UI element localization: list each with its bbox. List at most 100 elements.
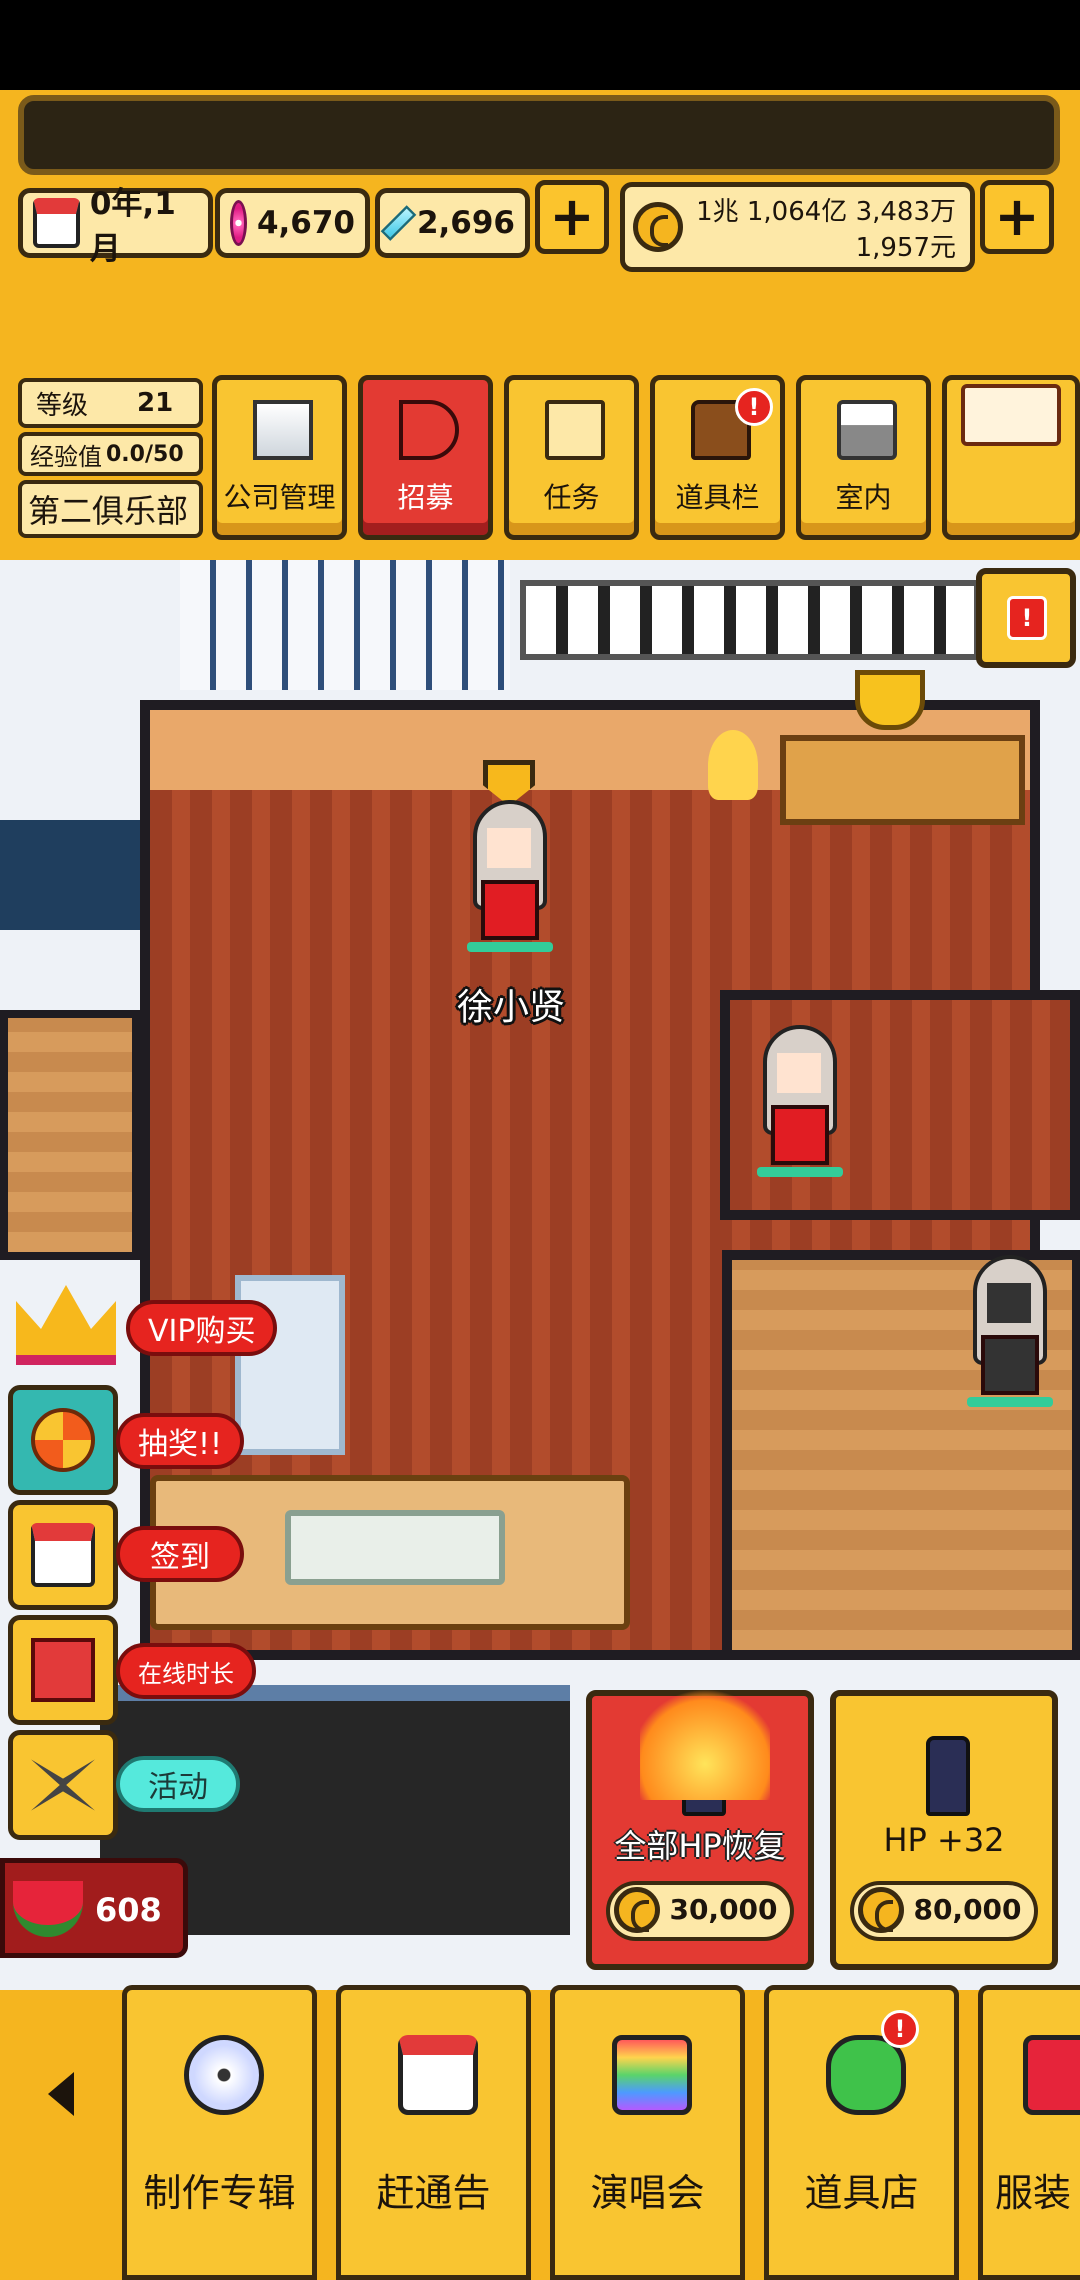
gift-icon xyxy=(31,1638,95,1702)
notification-badge: ! xyxy=(881,2010,919,2048)
flower-vase xyxy=(708,730,758,800)
mail-button[interactable] xyxy=(942,375,1080,540)
character-hp-bar xyxy=(967,1397,1053,1407)
online-time-label[interactable]: 在线时长 xyxy=(116,1643,256,1699)
trophy-icon xyxy=(855,670,925,730)
character-dress xyxy=(481,880,539,940)
tasks-button[interactable]: 任务 xyxy=(504,375,639,540)
rainbow-stage-icon xyxy=(612,2035,692,2115)
character-face xyxy=(777,1053,821,1093)
lottery-label[interactable]: 抽奖!! xyxy=(116,1413,245,1469)
tab-label: 制作专辑 xyxy=(143,2171,296,2215)
piano xyxy=(520,580,980,660)
left-room xyxy=(0,1010,140,1260)
shirt-icon xyxy=(1023,2035,1080,2115)
alert-button[interactable]: ! xyxy=(976,568,1076,668)
status-bar xyxy=(0,0,1080,90)
tab-label: 演唱会 xyxy=(590,2171,705,2215)
tab-item-shop[interactable]: 道具店 ! xyxy=(764,1985,959,2280)
character-hp-bar xyxy=(467,942,553,952)
scroll-icon xyxy=(545,400,605,460)
events-label[interactable]: 活动 xyxy=(116,1756,240,1812)
trophy-shelf xyxy=(780,735,1025,825)
events-button[interactable] xyxy=(8,1730,118,1840)
level-label: 等级 xyxy=(36,390,89,421)
character-name: 徐小贤 xyxy=(456,987,565,1028)
price-button[interactable]: 80,000 xyxy=(850,1881,1038,1941)
money-display: 1兆 1,064亿 3,483万 1,957元 xyxy=(620,182,975,272)
potion-icon xyxy=(926,1736,970,1816)
online-time-button[interactable] xyxy=(8,1615,118,1725)
left-window xyxy=(0,820,140,930)
coffee-table xyxy=(285,1510,505,1585)
exp-value: 0.0/50 xyxy=(106,441,184,467)
coin-icon xyxy=(633,202,683,252)
back-arrow-button[interactable] xyxy=(30,2060,100,2130)
price-value: 80,000 xyxy=(913,1893,1022,1926)
crown-icon xyxy=(16,1285,116,1365)
price-value: 30,000 xyxy=(669,1893,778,1926)
tab-label: 赶通告 xyxy=(376,2171,491,2215)
staircase xyxy=(180,560,510,690)
pink-gem-value: 4,670 xyxy=(256,205,355,241)
menu-label: 道具栏 xyxy=(675,481,760,514)
level-row: 等级 21 xyxy=(18,378,203,428)
exp-row: 经验值 0.0/50 xyxy=(18,432,203,476)
tab-concert[interactable]: 演唱会 xyxy=(550,1985,745,2280)
menu-label: 招募 xyxy=(397,481,454,514)
add-gems-button[interactable]: + xyxy=(535,180,609,254)
character-dress xyxy=(771,1105,829,1165)
mail-icon xyxy=(961,384,1061,446)
hp-plus-card[interactable]: HP +32 80,000 xyxy=(830,1690,1058,1970)
money-line-2: 1,957元 xyxy=(855,233,956,263)
tab-schedule[interactable]: 赶通告 xyxy=(336,1985,531,2280)
add-money-button[interactable]: + xyxy=(980,180,1054,254)
blue-gem-value: 2,696 xyxy=(416,205,515,241)
interior-button[interactable]: 室内 xyxy=(796,375,931,540)
exp-label: 经验值 xyxy=(30,442,102,471)
offer-title: HP +32 xyxy=(883,1821,1005,1859)
checkin-label[interactable]: 签到 xyxy=(116,1526,244,1582)
butterfly-icon xyxy=(31,1759,95,1811)
inventory-button[interactable]: 道具栏 ! xyxy=(650,375,785,540)
watermelon-counter[interactable]: 608 xyxy=(0,1858,188,1958)
tab-label: 服装 xyxy=(995,2171,1072,2215)
date-display: 0年,1月 xyxy=(18,186,213,267)
vip-label[interactable]: VIP购买 xyxy=(126,1300,278,1356)
menu-label: 室内 xyxy=(835,481,892,514)
alert-icon: ! xyxy=(1007,596,1047,640)
calendar-icon xyxy=(33,198,80,248)
pink-gem-counter: 4,670 xyxy=(215,188,370,258)
menu-label: 公司管理 xyxy=(223,481,336,514)
character-hp-bar xyxy=(757,1167,843,1177)
tab-make-album[interactable]: 制作专辑 xyxy=(122,1985,317,2280)
recruit-button[interactable]: 招募 xyxy=(358,375,493,540)
megaphone-icon xyxy=(399,400,459,460)
coin-icon xyxy=(858,1887,904,1933)
watermelon-value: 608 xyxy=(95,1891,162,1929)
company-management-button[interactable]: 公司管理 xyxy=(212,375,347,540)
pink-gem-icon xyxy=(230,200,247,246)
price-button[interactable]: 30,000 xyxy=(606,1881,794,1941)
coin-icon xyxy=(614,1887,660,1933)
left-arrow-icon xyxy=(48,2072,74,2116)
tab-clothing[interactable]: 服装 xyxy=(978,1985,1080,2280)
lottery-button[interactable] xyxy=(8,1385,118,1495)
building-icon xyxy=(253,400,313,460)
paint-roller-icon xyxy=(837,400,897,460)
vip-button[interactable] xyxy=(8,1275,118,1385)
watermelon-icon xyxy=(13,1881,83,1937)
flame-icon xyxy=(640,1680,770,1800)
menu-label: 任务 xyxy=(543,481,600,514)
character-main[interactable] xyxy=(465,800,555,952)
title-banner xyxy=(18,95,1060,175)
character-studio[interactable] xyxy=(965,1255,1055,1407)
calendar-icon xyxy=(398,2035,478,2115)
money-line-1: 1兆 1,064亿 3,483万 xyxy=(696,197,956,227)
blue-gem-counter: 2,696 xyxy=(375,188,530,258)
tab-label: 道具店 xyxy=(804,2171,919,2215)
level-panel: 等级 21 经验值 0.0/50 第二俱乐部 xyxy=(18,378,208,538)
roulette-icon xyxy=(31,1408,95,1472)
character-side-room[interactable] xyxy=(755,1025,845,1177)
checkin-button[interactable] xyxy=(8,1500,118,1610)
